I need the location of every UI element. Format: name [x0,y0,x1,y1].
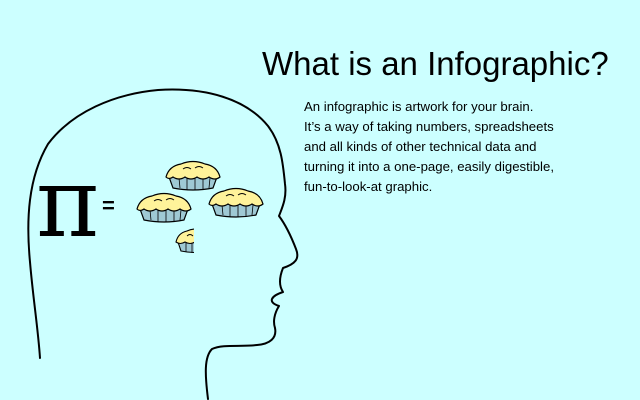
description-line: fun-to-look-at graphic. [304,179,433,194]
equals-sign: = [102,193,115,218]
description-paragraph: An infographic is artwork for your brain… [304,97,624,197]
pie-icon [134,189,194,227]
description-line: and all kinds of other technical data an… [304,139,537,154]
pie-icon [206,184,266,222]
description-line: It’s a way of taking numbers, spreadshee… [304,119,554,134]
partial-pie-icon [174,224,194,258]
description-line: An infographic is artwork for your brain… [304,99,534,114]
page-title: What is an Infographic? [262,45,609,82]
pi-symbol: π [36,147,100,259]
description-line: turning it into a one-page, easily diges… [304,159,554,174]
